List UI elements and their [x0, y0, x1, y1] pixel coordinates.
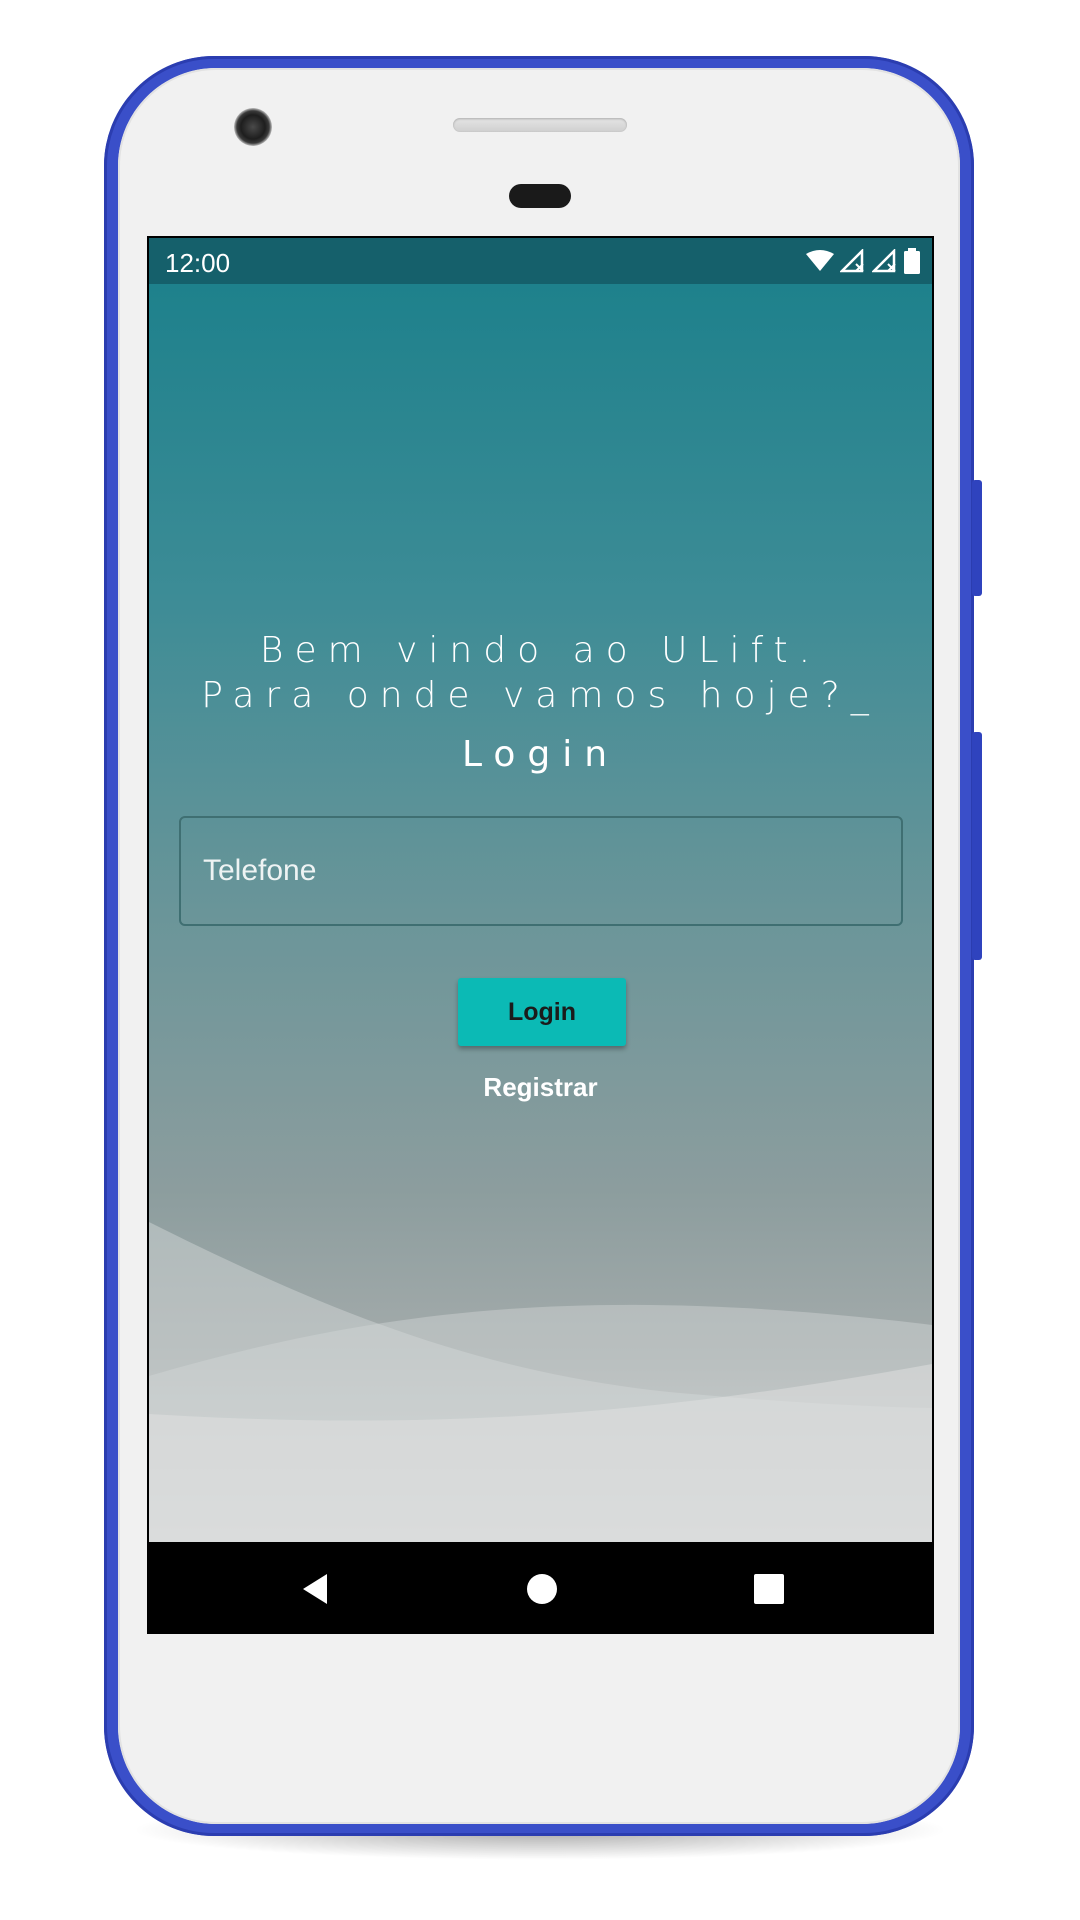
back-icon[interactable] [297, 1572, 331, 1606]
power-button[interactable] [972, 480, 982, 596]
login-button[interactable]: Login [458, 978, 626, 1046]
login-heading: Login [461, 734, 620, 775]
device-screen: 12:00 Bem vindo ao ULift. Para onde vamo… [147, 236, 934, 1634]
login-screen: Bem vindo ao ULift. Para onde vamos hoje… [149, 284, 932, 1542]
status-icons [806, 248, 920, 274]
phone-input-placeholder: Telefone [203, 854, 317, 887]
navigation-bar [149, 1542, 932, 1634]
wave-background [149, 1222, 932, 1542]
earpiece-speaker [453, 118, 627, 132]
status-bar: 12:00 [149, 238, 932, 284]
status-time: 12:00 [165, 248, 231, 278]
volume-button[interactable] [972, 732, 982, 960]
phone-input[interactable]: Telefone [179, 816, 903, 926]
welcome-message: Bem vindo ao ULift. Para onde vamos hoje… [201, 630, 880, 716]
signal-no-data-icon [840, 249, 864, 273]
battery-icon [904, 248, 920, 274]
recents-icon[interactable] [752, 1572, 786, 1606]
login-button-label: Login [507, 997, 577, 1026]
proximity-sensor [509, 184, 571, 208]
wifi-icon [806, 250, 834, 271]
signal-no-data-icon [872, 249, 896, 273]
home-icon[interactable] [525, 1572, 559, 1606]
register-link[interactable]: Registrar [149, 1072, 932, 1103]
front-camera [234, 108, 272, 146]
